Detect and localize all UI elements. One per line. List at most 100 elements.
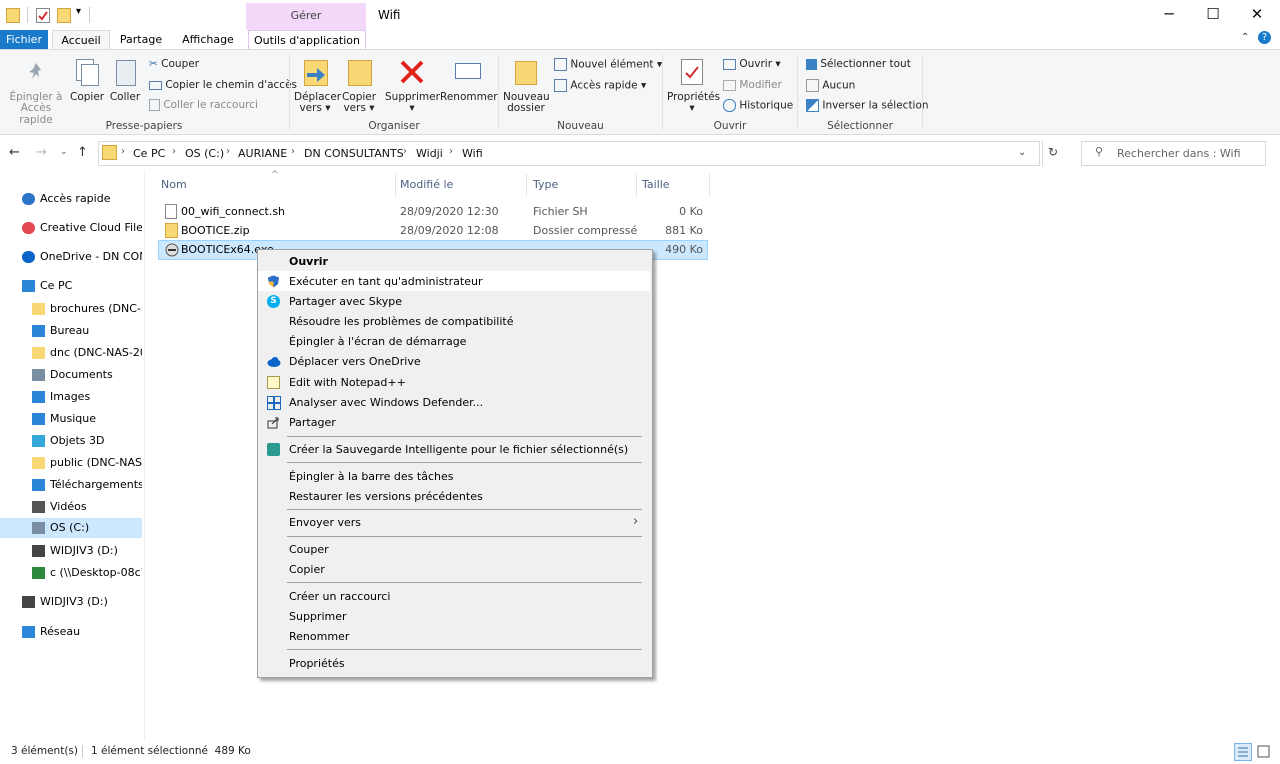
menu-item-pin-start[interactable]: Épingler à l'écran de démarrage (258, 331, 650, 351)
sidebar-item[interactable]: c (\\Desktop-08c7n (0, 563, 142, 583)
delete-button[interactable]: Supprimer ▾ (385, 57, 440, 117)
rename-label: Renommer (440, 91, 498, 103)
sidebar-item[interactable]: dnc (DNC-NAS-201 (0, 343, 142, 363)
details-view-icon[interactable] (1234, 743, 1252, 761)
menu-item-properties[interactable]: Propriétés (258, 653, 650, 673)
new-item-button[interactable]: Nouvel élément ▾ (554, 58, 662, 71)
copy-path-label: Copier le chemin d'accès (165, 79, 297, 91)
tab-affichage[interactable]: Affichage (176, 30, 240, 49)
column-header-name[interactable]: Nom (161, 178, 187, 191)
tab-outils-application[interactable]: Outils d'application (248, 30, 366, 49)
sidebar-item[interactable]: Creative Cloud Files (0, 218, 142, 238)
tab-accueil[interactable]: Accueil (52, 30, 110, 50)
column-divider[interactable] (526, 174, 527, 196)
sidebar-item[interactable]: Téléchargements (0, 475, 142, 495)
menu-item-copy[interactable]: Copier (258, 559, 650, 579)
new-folder-icon[interactable] (57, 8, 71, 23)
menu-item-pin-taskbar[interactable]: Épingler à la barre des tâches (258, 466, 650, 486)
menu-item-rename[interactable]: Renommer (258, 626, 650, 646)
properties-button[interactable]: Propriétés ▾ (667, 57, 720, 117)
forward-arrow-icon[interactable]: → (36, 145, 47, 160)
sidebar-item[interactable]: WIDJIV3 (D:) (0, 541, 142, 561)
refresh-icon[interactable]: ↻ (1048, 145, 1058, 159)
menu-item-cut[interactable]: Couper (258, 539, 650, 559)
history-button[interactable]: Historique (723, 99, 793, 112)
sidebar-item[interactable]: Documents (0, 365, 142, 385)
close-button[interactable]: ✕ (1235, 0, 1279, 30)
breadcrumb-ce-pc[interactable]: Ce PC (133, 147, 165, 160)
column-divider[interactable] (395, 174, 396, 196)
select-all-button[interactable]: Sélectionner tout (806, 58, 911, 70)
sidebar-item[interactable]: Bureau (0, 321, 142, 341)
maximize-button[interactable]: ☐ (1191, 0, 1235, 30)
copy-path-button[interactable]: Copier le chemin d'accès (149, 79, 297, 91)
breadcrumb-separator: › (403, 146, 407, 157)
up-arrow-icon[interactable]: ↑ (77, 145, 88, 160)
sidebar-item[interactable]: public (DNC-NAS-2 (0, 453, 142, 473)
menu-item-scan-defender[interactable]: Analyser avec Windows Defender... (258, 392, 650, 412)
edit-button[interactable]: Modifier (723, 79, 782, 91)
column-divider[interactable] (636, 174, 637, 196)
menu-item-troubleshoot[interactable]: Résoudre les problèmes de compatibilité (258, 311, 650, 331)
invert-selection-button[interactable]: Inverser la sélection (806, 99, 929, 112)
collapse-ribbon-chevron-icon[interactable]: ⌃ (1241, 32, 1249, 43)
sidebar-item[interactable]: Réseau (0, 622, 142, 642)
delete-dropdown-icon[interactable]: ▾ (385, 102, 439, 114)
sidebar-item[interactable]: brochures (DNC-NA (0, 299, 142, 319)
recent-locations-chevron-icon[interactable]: ⌄ (60, 147, 68, 157)
sidebar-item[interactable]: Ce PC (0, 276, 142, 296)
menu-item-open[interactable]: Ouvrir (258, 251, 650, 271)
menu-item-create-shortcut[interactable]: Créer un raccourci (258, 586, 650, 606)
address-history-chevron-icon[interactable]: ⌄ (1018, 147, 1026, 158)
minimize-button[interactable]: ─ (1147, 0, 1191, 30)
move-to-button[interactable]: Déplacer vers ▾ (294, 57, 341, 117)
menu-item-run-as-admin[interactable]: Exécuter en tant qu'administrateur (258, 271, 650, 291)
tab-partage[interactable]: Partage (114, 30, 168, 49)
select-none-button[interactable]: Aucun (806, 79, 855, 92)
easy-access-button[interactable]: Accès rapide ▾ (554, 79, 646, 92)
sidebar-item[interactable]: Images (0, 387, 142, 407)
sidebar-item[interactable]: OS (C:) (0, 518, 142, 538)
sidebar-item[interactable]: Musique (0, 409, 142, 429)
properties-check-icon[interactable] (36, 8, 50, 23)
sidebar-item[interactable]: Vidéos (0, 497, 142, 517)
menu-item-edit-notepad[interactable]: Edit with Notepad++ (258, 372, 650, 392)
back-arrow-icon[interactable]: ← (9, 145, 20, 160)
menu-item-send-to[interactable]: Envoyer vers › (258, 512, 650, 532)
column-divider[interactable] (709, 174, 710, 196)
sidebar-item[interactable]: WIDJIV3 (D:) (0, 592, 142, 612)
table-row[interactable]: BOOTICE.zip 28/09/2020 12:08 Dossier com… (158, 221, 706, 240)
cut-button[interactable]: ✂ Couper (149, 58, 199, 70)
menu-item-smart-backup[interactable]: Créer la Sauvegarde Intelligente pour le… (258, 439, 650, 459)
rename-button[interactable]: Renommer (440, 57, 498, 107)
new-folder-button[interactable]: Nouveau dossier (503, 57, 550, 117)
menu-item-share-skype[interactable]: S Partager avec Skype (258, 291, 650, 311)
breadcrumb-os-c[interactable]: OS (C:) (185, 147, 224, 160)
properties-dropdown-icon[interactable]: ▾ (667, 102, 717, 114)
column-header-size[interactable]: Taille (642, 178, 670, 191)
menu-item-restore-versions[interactable]: Restaurer les versions précédentes (258, 486, 650, 506)
open-button[interactable]: Ouvrir ▾ (723, 58, 781, 70)
help-icon[interactable]: ? (1258, 31, 1271, 44)
menu-item-share[interactable]: Partager (258, 412, 650, 432)
sidebar-item[interactable]: Accès rapide (0, 189, 142, 209)
table-row[interactable]: 00_wifi_connect.sh 28/09/2020 12:30 Fich… (158, 202, 706, 221)
copy-button[interactable]: Copier (70, 57, 104, 107)
menu-item-move-onedrive[interactable]: Déplacer vers OneDrive (258, 351, 650, 371)
tab-fichier[interactable]: Fichier (0, 30, 48, 49)
breadcrumb-auriane[interactable]: AURIANE (238, 147, 287, 160)
breadcrumb-widji[interactable]: Widji (416, 147, 443, 160)
column-header-modified[interactable]: Modifié le (400, 178, 453, 191)
quick-access-toolbar-dropdown-icon[interactable]: ▾ (76, 6, 81, 17)
paste-shortcut-button[interactable]: Coller le raccourci (149, 99, 258, 111)
large-icons-view-icon[interactable] (1256, 744, 1271, 759)
sidebar-item[interactable]: OneDrive - DN CONS (0, 247, 142, 267)
breadcrumb-dn-consultants[interactable]: DN CONSULTANTS (304, 147, 404, 160)
copy-to-button[interactable]: Copier vers ▾ (339, 57, 379, 117)
menu-item-delete[interactable]: Supprimer (258, 606, 650, 626)
sidebar-item[interactable]: Objets 3D (0, 431, 142, 451)
pin-quick-access-button[interactable]: Épingler à Accès rapide (6, 57, 66, 126)
paste-button[interactable]: Coller (108, 57, 142, 107)
breadcrumb-wifi[interactable]: Wifi (462, 147, 483, 160)
column-header-type[interactable]: Type (533, 178, 558, 191)
